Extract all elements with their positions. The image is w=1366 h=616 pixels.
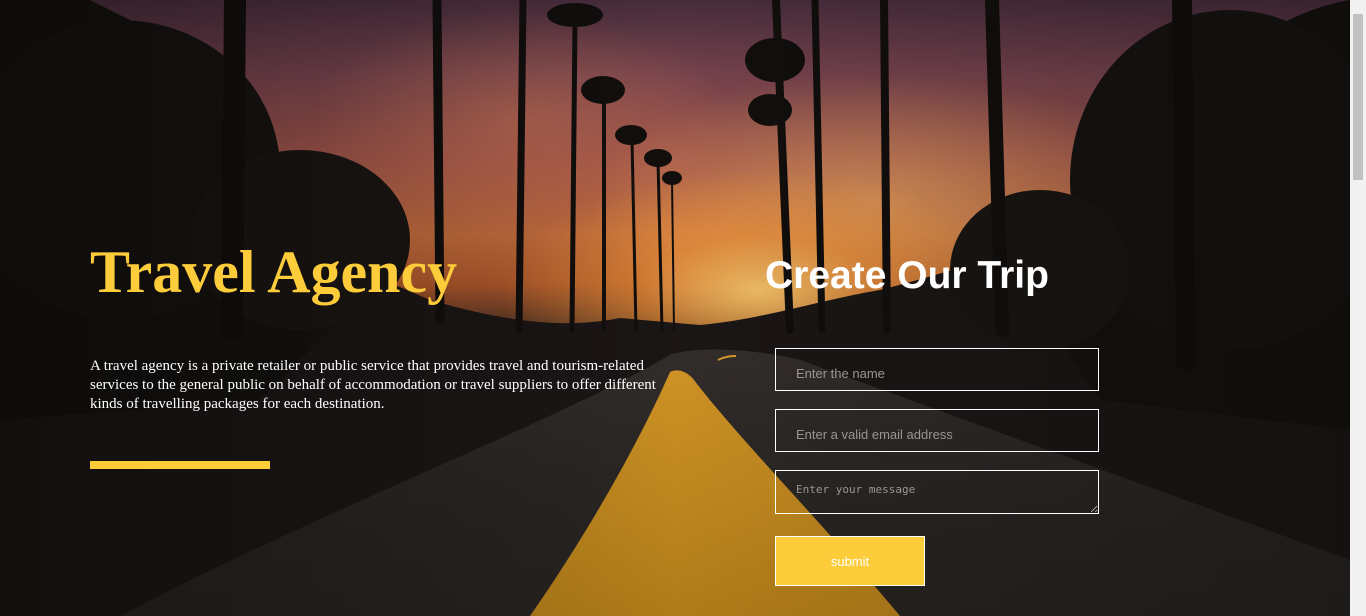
hero-description: A travel agency is a private retailer or…	[90, 358, 656, 412]
hero-title: Travel Agency	[90, 239, 458, 305]
hero-background-image	[0, 0, 1350, 616]
message-textarea[interactable]	[775, 470, 1099, 514]
page-scrollbar[interactable]	[1350, 0, 1366, 616]
name-input[interactable]	[775, 348, 1099, 391]
email-input[interactable]	[775, 409, 1099, 452]
accent-divider	[90, 461, 270, 469]
form-title: Create Our Trip	[765, 254, 1049, 297]
submit-button[interactable]: submit	[775, 536, 925, 586]
scrollbar-thumb[interactable]	[1353, 14, 1363, 180]
